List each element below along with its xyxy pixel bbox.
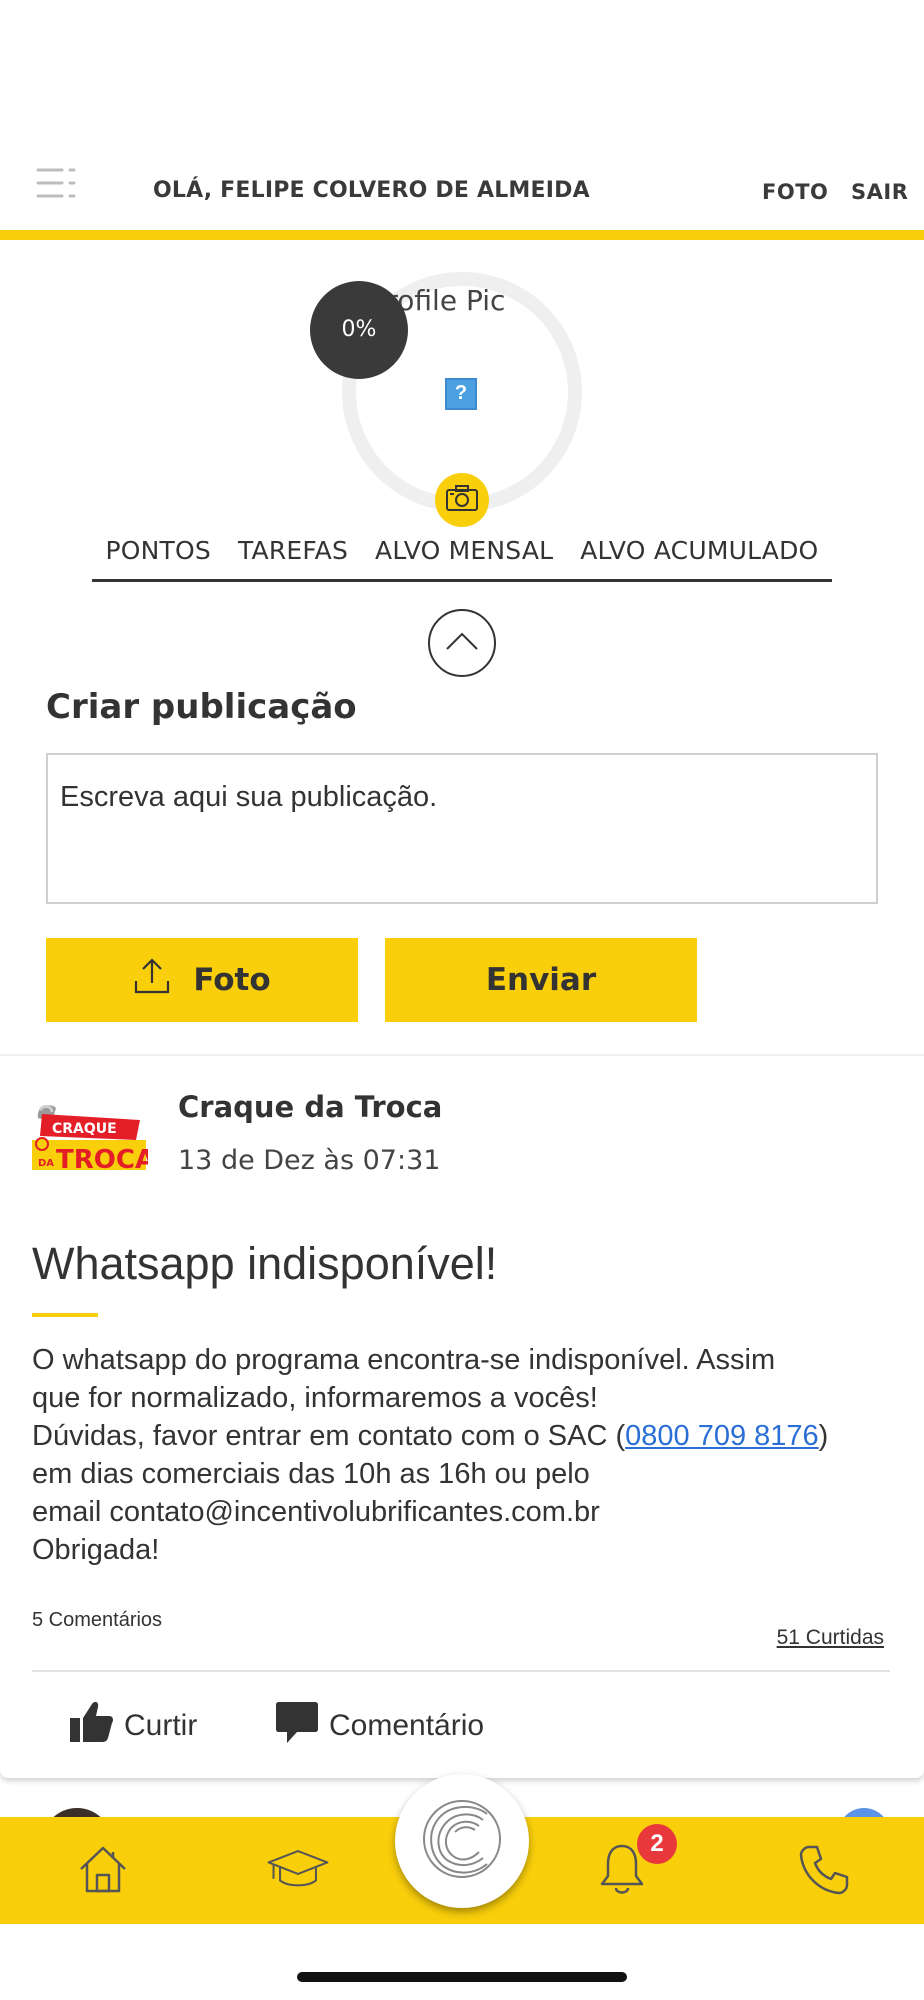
photo-link[interactable]: FOTO: [762, 180, 828, 204]
add-photo-label: Foto: [193, 962, 271, 998]
like-label: Curtir: [124, 1709, 198, 1742]
center-logo-button[interactable]: [395, 1774, 529, 1908]
post-body-line: que for normalizado, informaremos a você…: [32, 1382, 598, 1414]
progress-percent-badge: 0%: [310, 281, 408, 379]
post-title: Whatsapp indisponível!: [32, 1238, 498, 1289]
collapse-button[interactable]: [428, 609, 496, 677]
sac-phone-link[interactable]: 0800 709 8176: [625, 1420, 819, 1452]
camera-icon: [445, 484, 479, 517]
post-body-text: Dúvidas, favor entrar em contato com o S…: [32, 1420, 626, 1452]
logo-top-text: CRAQUE: [52, 1121, 117, 1137]
post-body-text: ): [818, 1420, 829, 1452]
comment-label: Comentário: [329, 1709, 485, 1742]
likes-count[interactable]: 51 Curtidas: [777, 1626, 884, 1650]
greeting-text: OLÁ, FELIPE COLVERO DE ALMEIDA: [153, 178, 590, 203]
logo-bottom-text: TROCA: [56, 1145, 148, 1175]
tab-accumulated-target[interactable]: ALVO ACUMULADO: [580, 536, 818, 565]
change-photo-button[interactable]: [435, 473, 489, 527]
title-underline: [32, 1313, 98, 1317]
send-post-button[interactable]: Enviar: [385, 938, 697, 1022]
craque-da-troca-logo: CRAQUE DA TROCA: [30, 1100, 155, 1176]
post-body-line: Dúvidas, favor entrar em contato com o S…: [32, 1417, 902, 1455]
chevron-up-icon: [445, 631, 479, 656]
home-icon[interactable]: [72, 1838, 134, 1900]
post-body: O whatsapp do programa encontra-se indis…: [32, 1341, 902, 1569]
comments-count[interactable]: 5 Comentários: [32, 1609, 162, 1632]
stats-tabs: PONTOS TAREFAS ALVO MENSAL ALVO ACUMULAD…: [92, 536, 832, 582]
post-text-input[interactable]: Escreva aqui sua publicação.: [46, 753, 878, 904]
tab-monthly-target[interactable]: ALVO MENSAL: [375, 536, 553, 565]
center-logo-icon: [417, 1794, 507, 1889]
menu-icon[interactable]: [36, 166, 78, 208]
broken-image-icon: ?: [445, 378, 477, 410]
comment-bubble-icon: [275, 1700, 329, 1752]
home-indicator[interactable]: [297, 1972, 627, 1982]
tab-tasks[interactable]: TAREFAS: [238, 536, 348, 565]
post-body-line: email contato@incentivolubrificantes.com…: [32, 1496, 600, 1528]
post-author[interactable]: Craque da Troca: [178, 1090, 442, 1124]
thumbs-up-icon: [68, 1700, 124, 1752]
phone-icon[interactable]: [792, 1838, 854, 1900]
like-button[interactable]: Curtir: [68, 1700, 197, 1752]
add-photo-button[interactable]: Foto: [46, 938, 358, 1022]
create-post-title: Criar publicação: [46, 687, 357, 727]
post-date: 13 de Dez às 07:31: [178, 1145, 441, 1176]
graduation-cap-icon[interactable]: [267, 1838, 329, 1900]
tab-points[interactable]: PONTOS: [106, 536, 211, 565]
post-body-line: em dias comerciais das 10h as 16h ou pel…: [32, 1458, 590, 1490]
header-accent-bar: [0, 230, 924, 240]
notification-badge: 2: [637, 1824, 677, 1864]
logo-da-text: DA: [38, 1158, 54, 1169]
card-divider: [32, 1670, 890, 1672]
comment-button[interactable]: Comentário: [275, 1700, 484, 1752]
upload-icon: [133, 957, 193, 1003]
logout-link[interactable]: SAIR: [851, 180, 908, 204]
post-body-line: Obrigada!: [32, 1534, 160, 1566]
post-body-line: O whatsapp do programa encontra-se indis…: [32, 1344, 776, 1376]
